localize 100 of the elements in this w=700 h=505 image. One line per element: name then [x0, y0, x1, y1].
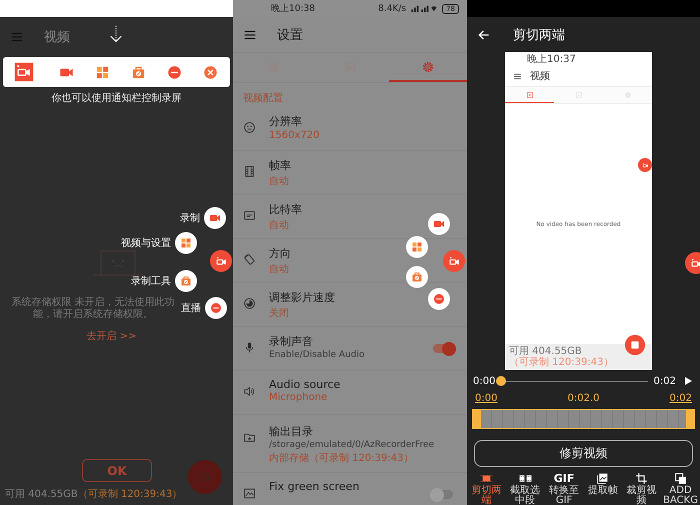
videos-settings-button[interactable] — [175, 232, 197, 254]
grid-icon — [411, 241, 423, 253]
video-icon — [526, 90, 534, 98]
timer-icon — [243, 297, 256, 310]
enable-link[interactable]: 去开启 >> — [86, 329, 136, 343]
folder-icon — [243, 431, 256, 444]
gif-label: GIF — [554, 472, 574, 485]
hint-text: 你也可以使用通知栏控制录屏 — [50, 92, 182, 105]
trim-handle[interactable] — [473, 410, 481, 428]
setting-title: 帧率 — [269, 158, 291, 173]
setting-value: 自动 — [269, 263, 289, 276]
menu-icon — [513, 72, 522, 80]
signal-icon — [409, 4, 440, 13]
tool-button[interactable]: 剪切两端 — [467, 470, 506, 505]
play-icon[interactable] — [682, 375, 694, 387]
microphone-icon — [243, 341, 256, 354]
tool-label: 转换至GIF — [548, 486, 580, 505]
live-button[interactable] — [205, 297, 227, 319]
video-camera-icon — [690, 256, 700, 270]
camera-badge-icon — [14, 62, 34, 82]
trim-handle[interactable] — [686, 410, 694, 428]
setting-title: Audio source — [269, 378, 340, 391]
tool-button[interactable]: 截取选中段 — [506, 470, 545, 505]
layers-icon — [674, 472, 688, 485]
live-icon — [167, 64, 182, 80]
middle-time: 0:02.0 — [568, 393, 600, 406]
trim-video-button[interactable]: 修剪视频 — [474, 440, 693, 467]
menu-label: 视频与设置 — [121, 236, 171, 250]
trim-icon — [480, 472, 493, 485]
recordable-time: （可录制 120:39:43） — [78, 488, 182, 501]
video-camera-icon — [448, 254, 460, 268]
tool-label: 剪切两端 — [470, 486, 502, 505]
toggle-switch[interactable] — [433, 344, 453, 353]
current-time: 0:00 — [473, 376, 496, 386]
card-icon — [243, 209, 256, 222]
recorder-button[interactable] — [210, 250, 232, 272]
preview-title: 视频 — [530, 70, 550, 83]
setting-value: 自动 — [269, 219, 289, 232]
setting-title: 方向 — [269, 246, 291, 261]
trim-range[interactable] — [472, 409, 695, 429]
settings-icon — [624, 90, 632, 98]
menu-label: 直播 — [181, 302, 201, 315]
toolbox-icon — [180, 275, 192, 287]
storage-text: 可用 404.55GB — [509, 346, 583, 357]
close-icon — [203, 64, 218, 80]
tool-button[interactable]: 裁剪视频 — [622, 470, 662, 505]
gallery-icon — [596, 472, 610, 485]
tool-label: 提取帧 — [588, 486, 618, 496]
tool-label: ADD BACKG — [662, 486, 699, 505]
setting-title: 录制声音 — [269, 334, 313, 349]
setting-description: /storage/emulated/0/AzRecorderFree — [269, 440, 434, 450]
end-time: 0:02 — [670, 393, 692, 406]
tools-button[interactable] — [175, 270, 197, 292]
settings-row[interactable]: 录制声音 Enable/Disable Audio — [233, 327, 467, 371]
setting-title: 输出目录 — [269, 424, 313, 439]
setting-value: 内部存储（可录制 120:39:43） — [269, 452, 414, 465]
setting-title: 分辨率 — [269, 114, 302, 129]
duration-time: 0:02 — [654, 376, 676, 386]
tool-button[interactable]: ADD BACKG — [661, 470, 700, 505]
setting-title: 调整影片速度 — [269, 290, 335, 305]
image-icon — [243, 487, 256, 500]
record-button[interactable] — [204, 207, 226, 229]
video-camera-icon — [433, 218, 445, 230]
menu-label: 录制 — [180, 212, 200, 225]
image-icon — [574, 90, 582, 98]
status-time: 晚上10:37 — [527, 52, 576, 66]
setting-value: 1560x720 — [269, 130, 320, 141]
tool-button[interactable]: 提取帧 — [583, 470, 622, 505]
screen-title: 视频 — [44, 29, 70, 46]
setting-description: Enable/Disable Audio — [269, 350, 365, 360]
toggle-switch[interactable] — [433, 490, 453, 499]
slider-thumb[interactable] — [496, 376, 506, 386]
video-camera-icon — [214, 254, 228, 268]
grid-icon — [94, 64, 110, 80]
menu-label: 录制工具 — [131, 274, 171, 288]
toolbox-icon — [411, 271, 423, 283]
video-camera-icon — [642, 162, 648, 168]
permission-message: 系统存储权限 未开启，无法使用此功能，请开启系统存储权限。 — [10, 297, 176, 321]
speaker-icon — [243, 385, 256, 398]
crop-icon — [635, 472, 648, 485]
setting-title: Fix green screen — [269, 480, 360, 493]
back-icon[interactable] — [477, 28, 491, 42]
setting-value: Microphone — [269, 392, 328, 403]
setting-value: 自动 — [269, 175, 289, 188]
network-speed: 8.4K/s — [378, 4, 406, 14]
recordable-time: （可录制 120:39:43） — [509, 357, 614, 368]
tool-label: 截取选中段 — [509, 486, 542, 505]
section-header: 视频配置 — [242, 92, 284, 106]
screen-title: 设置 — [277, 26, 303, 44]
video-camera-icon — [209, 212, 221, 224]
setting-value: 关闭 — [269, 306, 289, 320]
live-icon — [210, 302, 222, 314]
live-icon — [433, 293, 445, 305]
tool-button[interactable]: GIF 转换至GIF — [544, 470, 584, 505]
settings-icon — [421, 60, 435, 74]
start-time: 0:00 — [475, 393, 498, 406]
storage-text: 可用 404.55GB — [5, 488, 78, 501]
tool-label: 裁剪视频 — [626, 486, 658, 505]
screen-title: 剪切两端 — [513, 26, 565, 44]
grid-icon — [180, 237, 192, 249]
